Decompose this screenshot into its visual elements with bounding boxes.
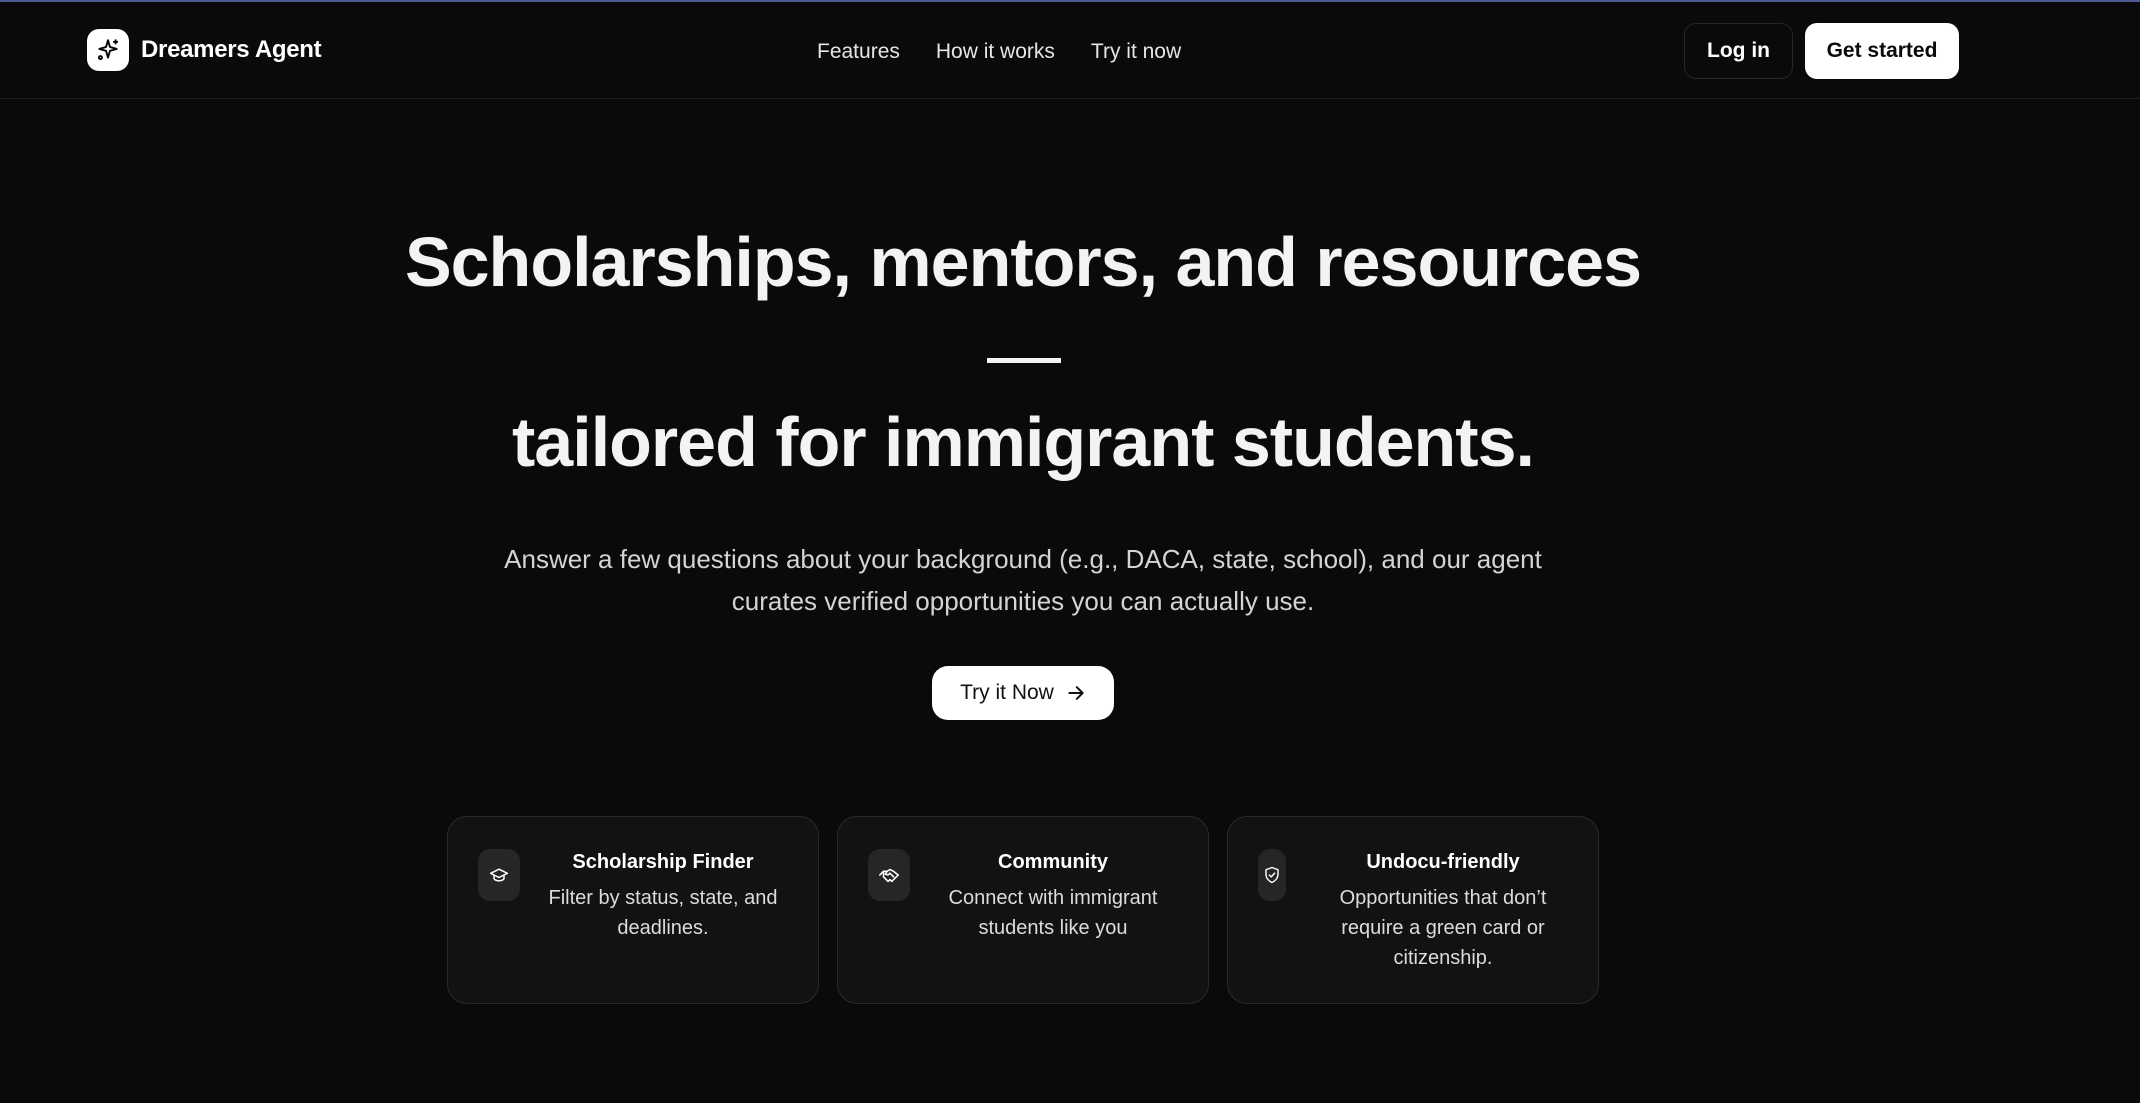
log-in-button[interactable]: Log in [1684,23,1793,79]
try-it-now-button[interactable]: Try it Now [932,666,1114,720]
handshake-icon [868,849,910,901]
feature-card-undocu-friendly: Undocu-friendly Opportunities that don’t… [1227,816,1599,1004]
hero-title-line-2: tailored for immigrant students. [512,403,1535,481]
hero-title-dash [987,358,1061,363]
feature-description: Filter by status, state, and deadlines. [548,887,778,939]
feature-title: Scholarship Finder [572,851,754,873]
nav-link-try-it-now[interactable]: Try it now [1091,40,1181,64]
brand-name: Dreamers Agent [141,36,322,63]
nav-link-features[interactable]: Features [817,40,900,64]
arrow-right-icon [1066,683,1086,703]
nav-link-how-it-works[interactable]: How it works [936,40,1055,64]
feature-description: Opportunities that don’t require a green… [1339,887,1547,969]
feature-title: Undocu-friendly [1366,851,1520,873]
brand-link[interactable]: Dreamers Agent [87,29,322,71]
hero-title-line-1: Scholarships, mentors, and resources [404,223,1642,301]
site-header: Dreamers Agent Features How it works Try… [0,2,2140,99]
feature-card-community: Community Connect with immigrant student… [837,816,1209,1004]
shield-check-icon [1258,849,1286,901]
hero-subtitle: Answer a few questions about your backgr… [504,544,1542,616]
feature-title: Community [998,851,1108,873]
feature-description: Connect with immigrant students like you [948,887,1158,939]
graduation-cap-icon [478,849,520,901]
feature-card-scholarship-finder: Scholarship Finder Filter by status, sta… [447,816,819,1004]
main-nav: Features How it works Try it now [817,40,1217,64]
get-started-button[interactable]: Get started [1805,23,1959,79]
cta-label: Try it Now [960,681,1054,704]
sparkles-icon [87,29,129,71]
